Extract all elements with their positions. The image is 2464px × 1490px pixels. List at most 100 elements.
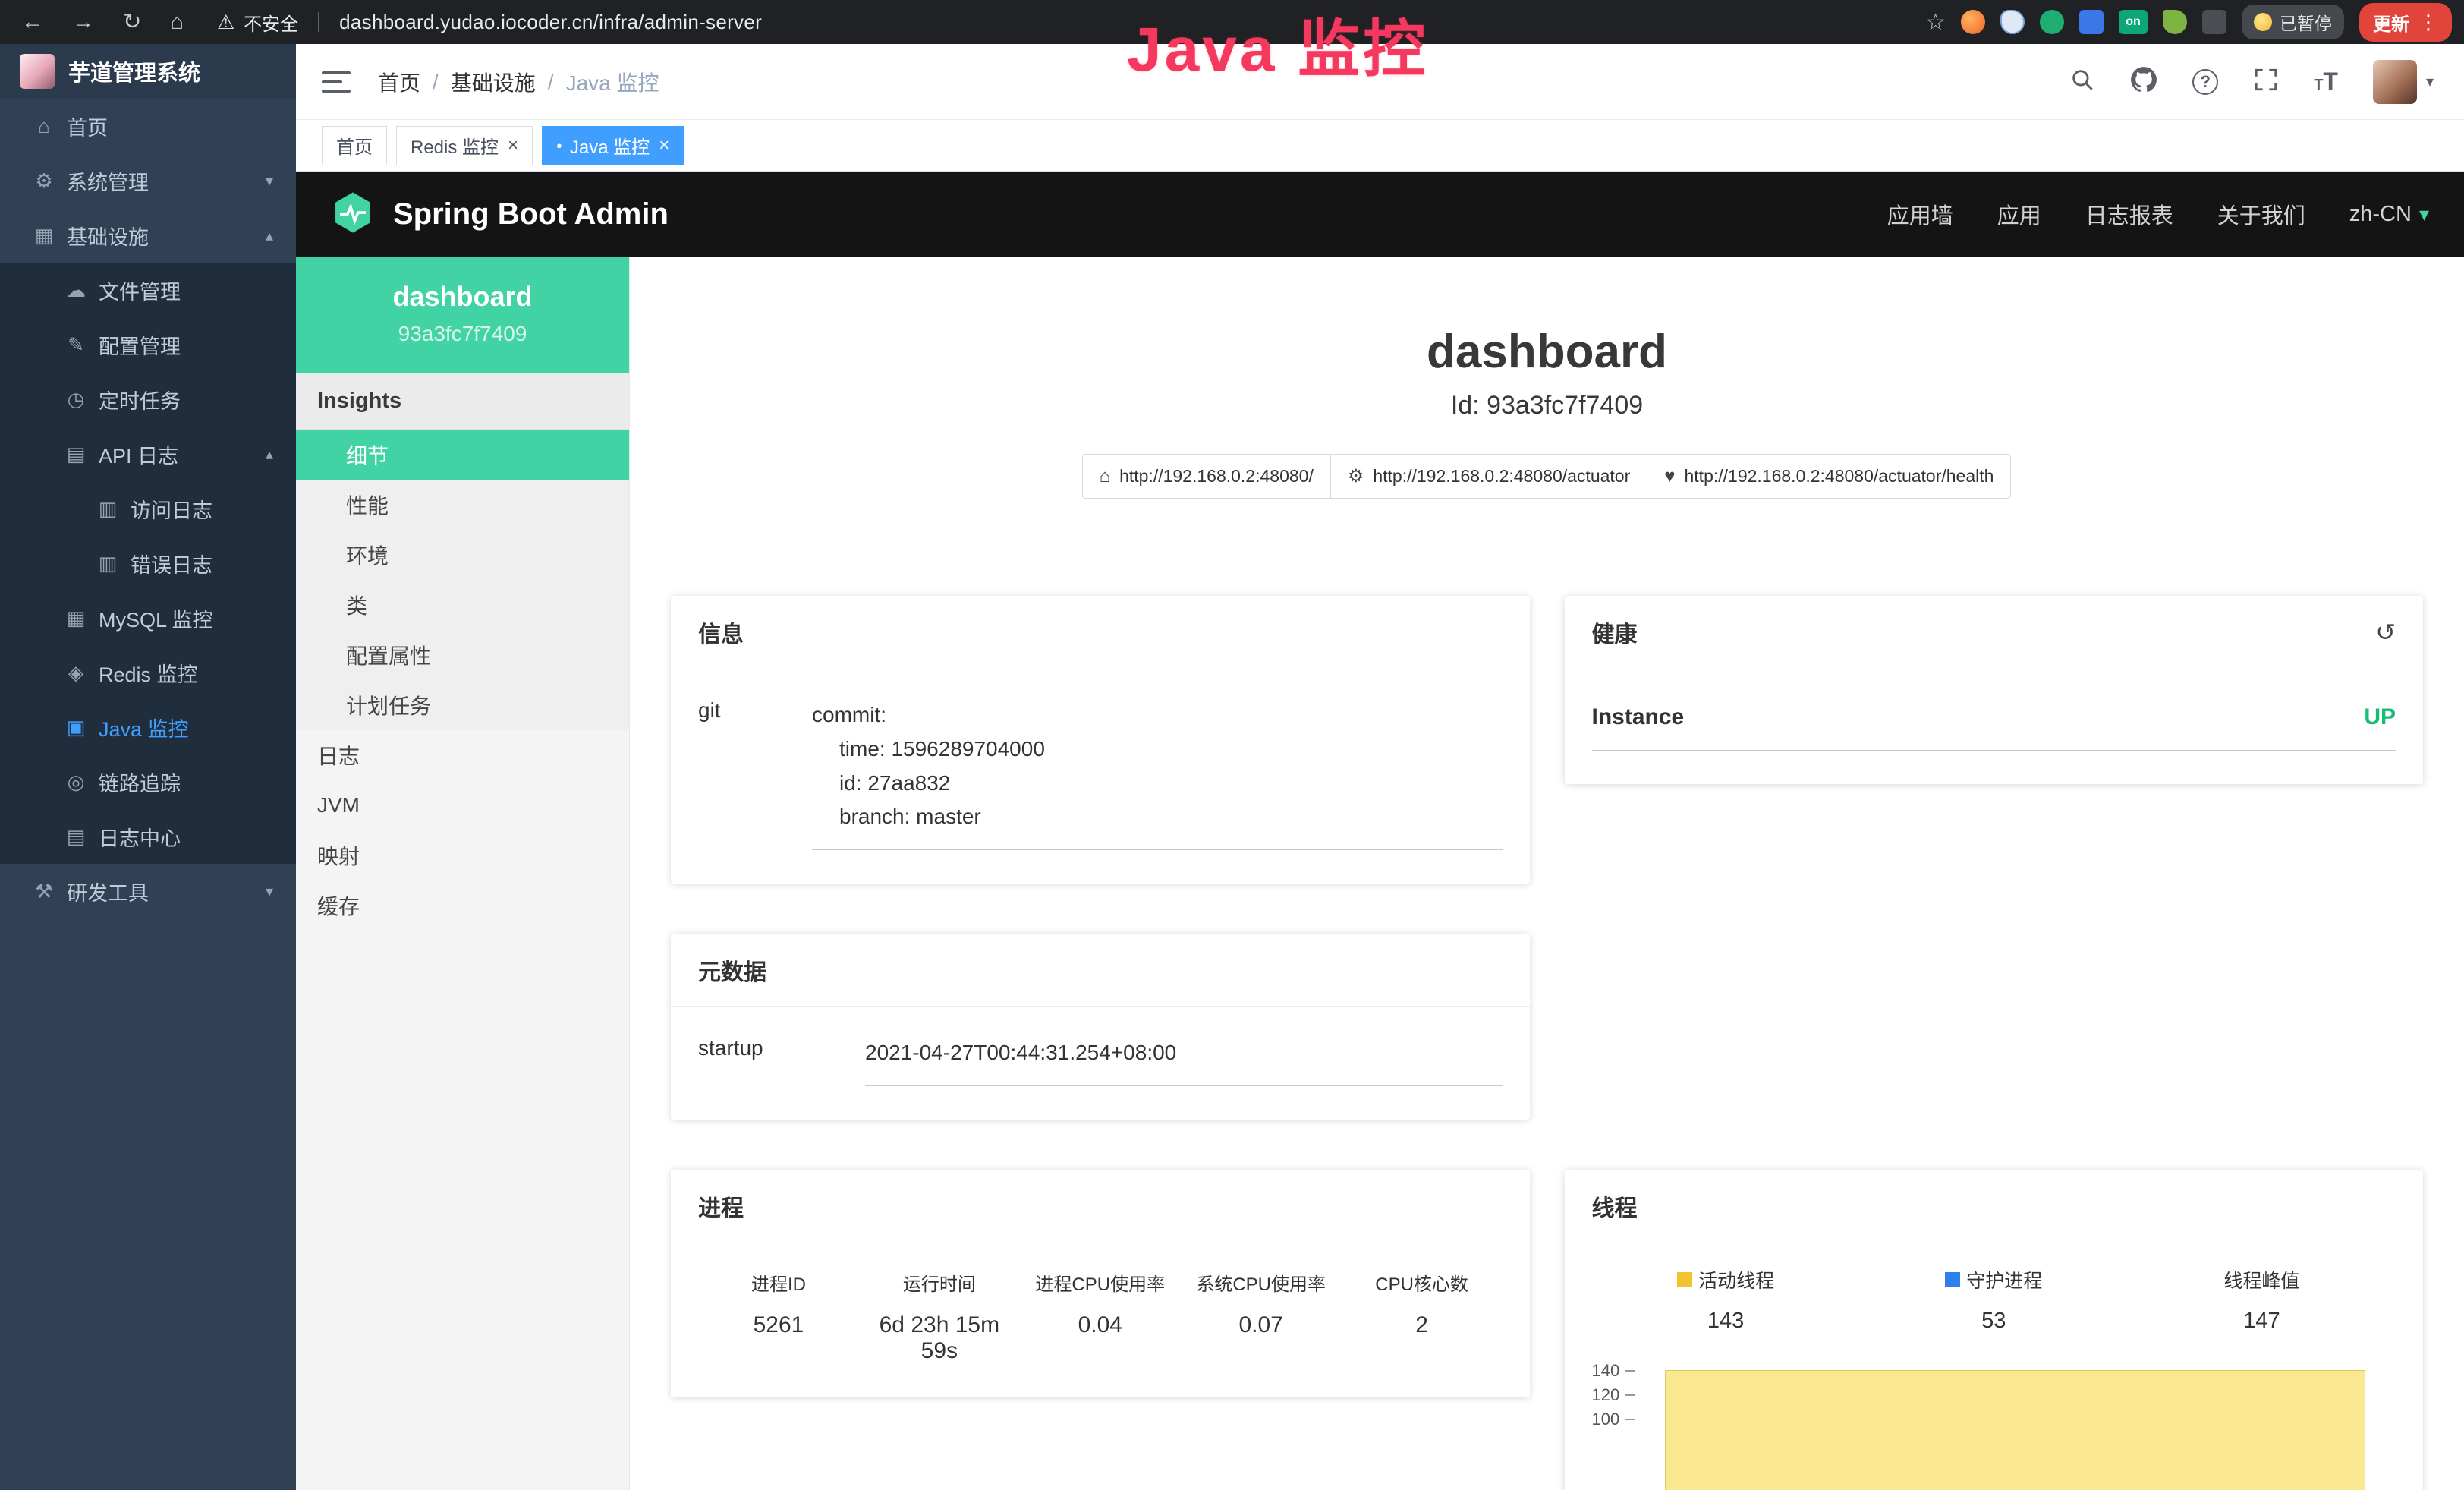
legend-peak-threads: 线程峰值 147 (2128, 1266, 2396, 1334)
sidebar-item-api-logs[interactable]: ▤ API 日志 ▴ (0, 427, 296, 481)
avatar[interactable] (2373, 60, 2417, 104)
actuator-url-button[interactable]: ⚙ http://192.168.0.2:48080/actuator (1330, 454, 1647, 499)
emoji-face-icon (2254, 13, 2272, 31)
back-icon[interactable]: ← (21, 11, 43, 33)
instance-name: dashboard (296, 281, 629, 313)
sba-nav-journal[interactable]: 日志报表 (2085, 198, 2173, 230)
navbar-actions: ? TT ▾ (2069, 60, 2464, 104)
health-instance-row[interactable]: Instance UP (1592, 679, 2396, 751)
extension-icon[interactable] (2079, 10, 2104, 34)
sba-item-performance[interactable]: 性能 (296, 480, 629, 530)
app-title: 芋道管理系统 (68, 55, 200, 87)
instance-header[interactable]: dashboard 93a3fc7f7409 (296, 257, 629, 373)
warning-icon: ⚠ (217, 11, 234, 34)
sba-item-classes[interactable]: 类 (296, 580, 629, 630)
tab-close-icon[interactable]: × (508, 137, 518, 155)
sidebar-item-label: 研发工具 (67, 877, 149, 906)
refresh-icon[interactable]: ↻ (123, 11, 141, 33)
sba-item-caches[interactable]: 缓存 (296, 880, 629, 931)
annotation-java-monitor: Java 监控 (1127, 0, 1428, 89)
update-button[interactable]: 更新 ⋮ (2359, 3, 2452, 42)
sba-nav-applications[interactable]: 应用 (1997, 198, 2041, 230)
monitor-icon: ▦ (30, 224, 58, 247)
tab-home[interactable]: 首页 (322, 126, 387, 165)
tab-redis-monitor[interactable]: Redis 监控 × (396, 126, 533, 165)
sidebar-item-mysql-monitor[interactable]: ▦ MySQL 监控 (0, 591, 296, 645)
threads-legend: 活动线程 143 守护进程 53 线程峰值 (1592, 1252, 2396, 1334)
sidebar-item-log-center[interactable]: ▤ 日志中心 (0, 809, 296, 864)
sidebar-item-file-management[interactable]: ☁ 文件管理 (0, 263, 296, 317)
sba-nav-wallboard[interactable]: 应用墙 (1887, 198, 1953, 230)
health-url-button[interactable]: ♥ http://192.168.0.2:48080/actuator/heal… (1647, 454, 2011, 499)
sba-item-details[interactable]: 细节 (296, 430, 629, 480)
tab-java-monitor[interactable]: ● Java 监控 × (542, 126, 684, 165)
sidebar-item-tracing[interactable]: ◎ 链路追踪 (0, 754, 296, 809)
bookmark-star-icon[interactable]: ☆ (1925, 9, 1946, 36)
url-bar[interactable]: ⚠ 不安全 dashboard.yudao.iocoder.cn/infra/a… (217, 9, 762, 36)
extension-icon[interactable] (2040, 10, 2064, 34)
sidebar-item-home[interactable]: ⌂ 首页 (0, 99, 296, 153)
sba-nav-about[interactable]: 关于我们 (2217, 198, 2305, 230)
help-icon[interactable]: ? (2192, 69, 2218, 95)
sidebar-item-label: MySQL 监控 (99, 603, 213, 633)
sidebar-item-infrastructure[interactable]: ▦ 基础设施 ▴ (0, 208, 296, 263)
legend-yellow-swatch (1677, 1272, 1692, 1287)
sba-item-config-properties[interactable]: 配置属性 (296, 630, 629, 680)
tab-label: Redis 监控 (411, 132, 499, 159)
sidebar-item-access-logs[interactable]: ▥ 访问日志 (0, 481, 296, 536)
update-label: 更新 (2373, 9, 2409, 36)
paused-badge[interactable]: 已暂停 (2242, 5, 2344, 39)
tab-close-icon[interactable]: × (659, 137, 669, 155)
browser-right-cluster: ☆ on 已暂停 更新 ⋮ (1925, 3, 2464, 42)
sba-item-logs[interactable]: 日志 (296, 730, 629, 780)
user-menu[interactable]: ▾ (2373, 60, 2434, 104)
metadata-value: 2021-04-27T00:44:31.254+08:00 (865, 1016, 1503, 1086)
sidebar-item-label: 定时任务 (99, 385, 181, 414)
sba-item-jvm[interactable]: JVM (296, 780, 629, 830)
redis-icon: ◈ (62, 661, 90, 685)
extensions-puzzle-icon[interactable] (2202, 10, 2226, 34)
active-dot-icon: ● (556, 140, 562, 150)
search-icon[interactable] (2069, 67, 2095, 96)
forward-icon[interactable]: → (72, 11, 94, 33)
sidebar-item-redis-monitor[interactable]: ◈ Redis 监控 (0, 645, 296, 700)
page-title: dashboard (671, 325, 2423, 379)
metadata-startup-row: startup 2021-04-27T00:44:31.254+08:00 (698, 1016, 1503, 1086)
fullscreen-icon[interactable] (2253, 67, 2279, 96)
home-icon[interactable]: ⌂ (170, 11, 184, 33)
java-monitor-icon: ▣ (62, 716, 90, 739)
breadcrumb-item[interactable]: 首页 (378, 67, 420, 97)
font-size-icon[interactable]: TT (2314, 68, 2338, 96)
github-icon[interactable] (2130, 66, 2157, 97)
sidebar-item-config-management[interactable]: ✎ 配置管理 (0, 317, 296, 372)
history-icon[interactable]: ↺ (2375, 618, 2396, 647)
sidebar-item-label: 访问日志 (131, 494, 212, 524)
info-git-row: git commit: time: 1596289704000 id: 27aa… (698, 679, 1503, 850)
sidebar-item-label: 日志中心 (99, 822, 181, 852)
extension-icon[interactable] (1961, 10, 1985, 34)
sidebar-item-label: 系统管理 (67, 166, 149, 196)
breadcrumb-item-current: Java 监控 (566, 67, 659, 97)
extension-icon[interactable] (2000, 10, 2025, 34)
extension-icon[interactable] (2163, 10, 2187, 34)
locale-selector[interactable]: zh-CN ▾ (2349, 202, 2429, 227)
sidebar-item-label: 配置管理 (99, 330, 181, 360)
sba-item-environment[interactable]: 环境 (296, 530, 629, 580)
browser-menu-icon[interactable]: ⋮ (2418, 11, 2438, 34)
extension-on-badge[interactable]: on (2119, 10, 2148, 34)
sidebar-item-error-logs[interactable]: ▥ 错误日志 (0, 536, 296, 591)
sba-logo-icon (331, 191, 375, 238)
sidebar-item-system-management[interactable]: ⚙ 系统管理 ▾ (0, 153, 296, 208)
sidebar-item-dev-tools[interactable]: ⚒ 研发工具 ▾ (0, 864, 296, 918)
sidebar-item-java-monitor[interactable]: ▣ Java 监控 (0, 700, 296, 754)
instance-url-button[interactable]: ⌂ http://192.168.0.2:48080/ (1082, 454, 1331, 499)
app-logo-row[interactable]: 芋道管理系统 (0, 44, 296, 99)
health-url-label: http://192.168.0.2:48080/actuator/health (1685, 466, 1994, 487)
chevron-down-icon: ▾ (2419, 203, 2429, 226)
sba-item-mappings[interactable]: 映射 (296, 830, 629, 880)
sba-item-scheduled-tasks[interactable]: 计划任务 (296, 680, 629, 730)
breadcrumb-item[interactable]: 基础设施 (451, 67, 536, 97)
hamburger-icon[interactable] (322, 71, 351, 93)
sidebar-item-scheduled-jobs[interactable]: ◷ 定时任务 (0, 372, 296, 427)
app-sidebar: 芋道管理系统 ⌂ 首页 ⚙ 系统管理 ▾ ▦ 基础设施 ▴ ☁ 文件管理 ✎ 配… (0, 44, 296, 1490)
